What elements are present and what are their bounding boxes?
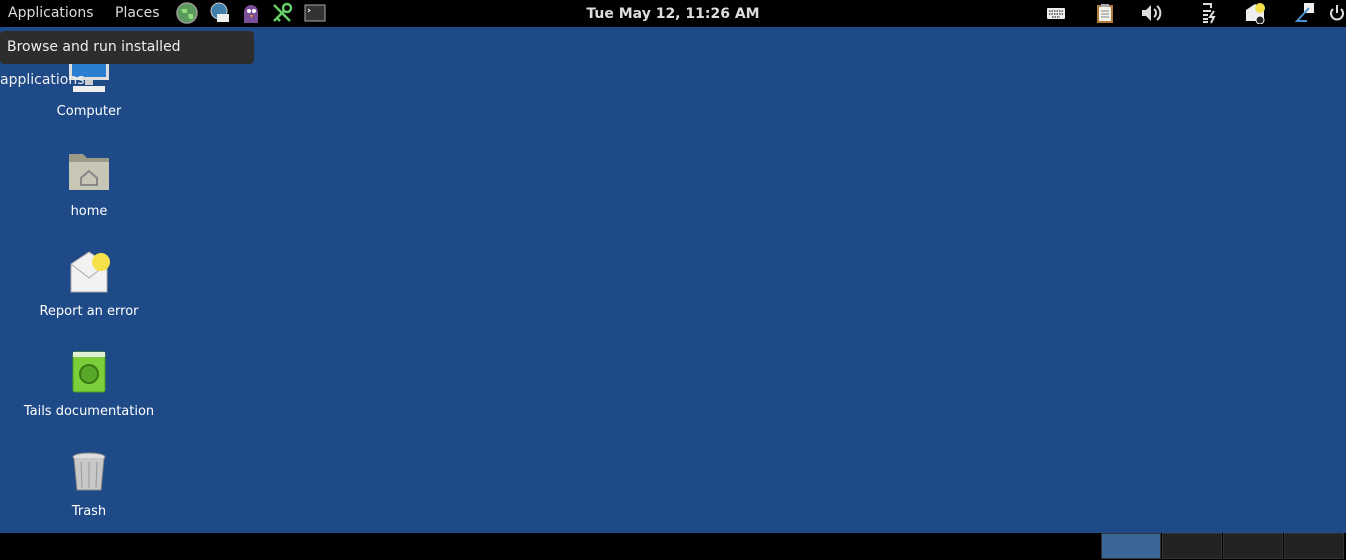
workspace-4[interactable] <box>1284 533 1344 559</box>
desktop-icon-label: Report an error <box>39 304 139 319</box>
trash-icon <box>72 452 106 491</box>
places-menu[interactable]: Places <box>115 5 160 21</box>
terminal-icon[interactable] <box>304 2 326 24</box>
home-folder-icon <box>69 154 109 190</box>
bottom-panel <box>0 533 1346 560</box>
tor-browser-icon[interactable] <box>176 2 198 24</box>
clipboard-icon[interactable] <box>1094 2 1116 24</box>
desktop-icon-tails-documentation[interactable]: Tails documentation <box>9 348 169 419</box>
report-error-icon <box>70 251 110 293</box>
accessibility-icon[interactable] <box>1294 2 1316 24</box>
keepassx-icon[interactable] <box>271 2 293 24</box>
desktop-icon-trash[interactable]: Trash <box>9 448 169 519</box>
workspace-2[interactable] <box>1162 533 1222 559</box>
applications-menu[interactable]: Applications <box>8 5 94 21</box>
top-panel: Applications Places Tue May 12, 11:26 AM <box>0 0 1346 27</box>
documentation-icon <box>72 351 106 393</box>
pidgin-icon[interactable] <box>240 2 262 24</box>
desktop-icon-label: Trash <box>71 504 107 519</box>
keyboard-icon[interactable] <box>1045 2 1067 24</box>
desktop-icon-home[interactable]: home <box>9 148 169 219</box>
desktop-icon-label: Tails documentation <box>23 404 155 419</box>
desktop-icon-label: Computer <box>56 104 122 119</box>
workspace-1[interactable] <box>1101 533 1161 559</box>
clock[interactable]: Tue May 12, 11:26 AM <box>586 6 759 22</box>
volume-icon[interactable] <box>1140 2 1162 24</box>
notification-icon[interactable] <box>1245 2 1267 24</box>
applications-tooltip: Browse and run installed applications <box>0 31 254 88</box>
email-client-icon[interactable] <box>209 2 231 24</box>
network-icon[interactable] <box>1198 2 1220 24</box>
desktop-icon-report-error[interactable]: Report an error <box>9 248 169 319</box>
power-icon[interactable] <box>1326 2 1346 24</box>
workspace-3[interactable] <box>1223 533 1283 559</box>
desktop-icon-label: home <box>70 204 108 219</box>
